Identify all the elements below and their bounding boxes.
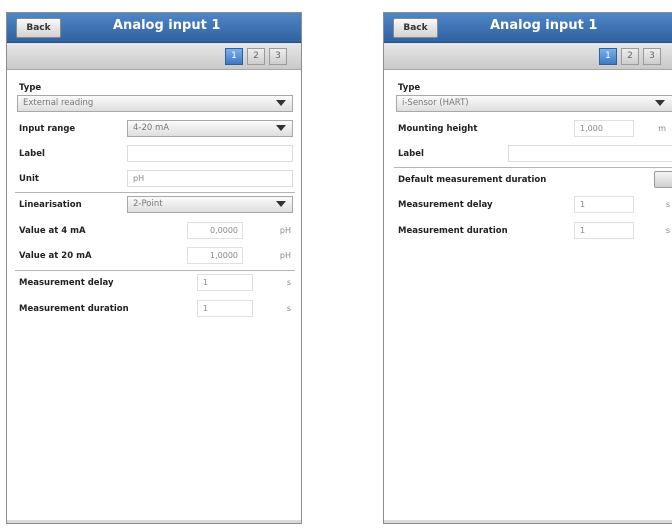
tab-3[interactable]: 3 xyxy=(643,48,661,65)
measurement-duration-input[interactable]: 1 xyxy=(574,222,634,239)
value-20ma-label: Value at 20 mA xyxy=(19,251,92,261)
measurement-duration-unit: s xyxy=(286,304,291,313)
input-range-label: Input range xyxy=(19,124,76,134)
chevron-down-icon xyxy=(276,125,286,131)
measurement-delay-input[interactable]: 1 xyxy=(197,274,253,291)
tab-bar: 1 2 3 xyxy=(384,43,672,70)
label-label: Label xyxy=(19,149,45,159)
value-20ma-input[interactable]: 1,0000 xyxy=(187,247,243,264)
chevron-down-icon xyxy=(276,100,286,106)
section-divider xyxy=(15,270,295,271)
measurement-delay-label: Measurement delay xyxy=(398,200,493,210)
input-range-value: 4-20 mA xyxy=(133,123,170,133)
tab-2[interactable]: 2 xyxy=(621,48,639,65)
tab-1[interactable]: 1 xyxy=(599,48,617,65)
linearisation-value: 2-Point xyxy=(133,199,163,209)
measurement-delay-unit: s xyxy=(286,278,291,287)
mounting-height-label: Mounting height xyxy=(398,124,478,134)
back-button[interactable]: Back xyxy=(393,18,438,38)
measurement-duration-label: Measurement duration xyxy=(398,226,508,236)
measurement-delay-unit: s xyxy=(665,200,670,209)
value-20ma-unit: pH xyxy=(279,251,291,260)
title-bar: Back Analog input 1 xyxy=(384,13,672,43)
title-bar: Back Analog input 1 xyxy=(7,13,301,43)
label-label: Label xyxy=(398,149,424,159)
linearisation-label: Linearisation xyxy=(19,200,82,210)
type-label: Type xyxy=(398,83,421,93)
analog-input-screen-right: Back Analog input 1 1 2 3 Type i-Sensor … xyxy=(383,12,672,524)
label-input[interactable] xyxy=(127,145,293,162)
page-title: Analog input 1 xyxy=(490,18,598,33)
section-divider xyxy=(394,167,672,168)
section-divider xyxy=(15,192,295,193)
back-button[interactable]: Back xyxy=(16,18,61,38)
type-value: i-Sensor (HART) xyxy=(402,98,469,108)
measurement-delay-input[interactable]: 1 xyxy=(574,196,634,213)
tab-bar: 1 2 3 xyxy=(7,43,301,70)
unit-label: Unit xyxy=(19,174,39,184)
value-4ma-label: Value at 4 mA xyxy=(19,226,86,236)
default-duration-checkbox[interactable] xyxy=(654,171,672,188)
type-dropdown[interactable]: External reading xyxy=(17,95,293,112)
type-label: Type xyxy=(19,83,42,93)
mounting-height-unit: m xyxy=(658,124,666,133)
measurement-duration-unit: s xyxy=(665,226,670,235)
label-input[interactable] xyxy=(508,145,672,162)
value-4ma-unit: pH xyxy=(279,226,291,235)
chevron-down-icon xyxy=(655,100,665,106)
measurement-duration-input[interactable]: 1 xyxy=(197,300,253,317)
tab-2[interactable]: 2 xyxy=(247,48,265,65)
type-dropdown[interactable]: i-Sensor (HART) xyxy=(396,95,672,112)
input-range-dropdown[interactable]: 4-20 mA xyxy=(127,120,293,137)
type-value: External reading xyxy=(23,98,94,108)
linearisation-dropdown[interactable]: 2-Point xyxy=(127,196,293,213)
tab-1[interactable]: 1 xyxy=(225,48,243,65)
default-duration-label: Default measurement duration xyxy=(398,175,547,185)
measurement-delay-label: Measurement delay xyxy=(19,278,114,288)
bottom-strip xyxy=(384,520,672,523)
analog-input-screen-left: Back Analog input 1 1 2 3 Type External … xyxy=(6,12,302,524)
unit-input[interactable]: pH xyxy=(127,170,293,187)
value-4ma-input[interactable]: 0,0000 xyxy=(187,222,243,239)
measurement-duration-label: Measurement duration xyxy=(19,304,129,314)
bottom-strip xyxy=(7,520,301,523)
chevron-down-icon xyxy=(276,201,286,207)
tab-3[interactable]: 3 xyxy=(269,48,287,65)
page-title: Analog input 1 xyxy=(113,18,221,33)
mounting-height-input[interactable]: 1,000 xyxy=(574,120,634,137)
